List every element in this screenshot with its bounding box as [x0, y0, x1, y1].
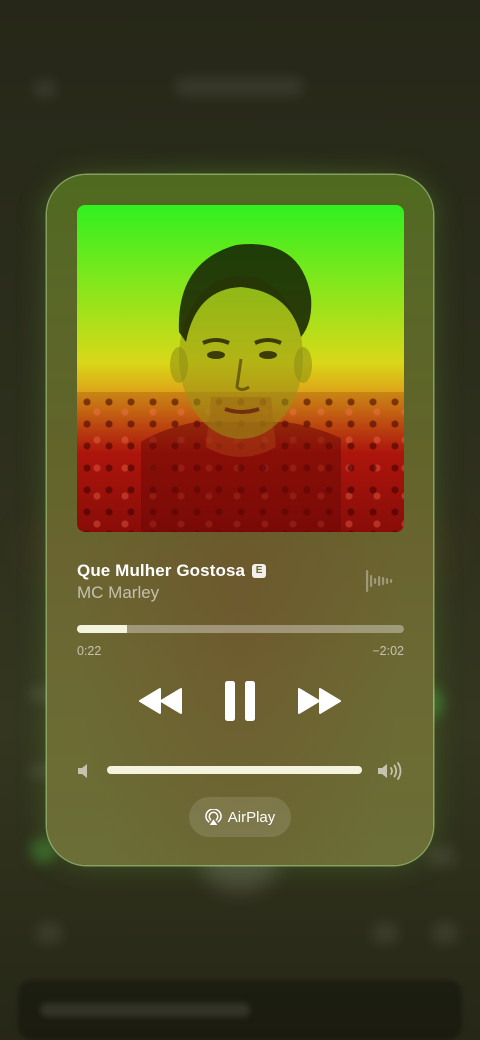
- playback-controls: [47, 675, 433, 727]
- explicit-badge: E: [252, 564, 267, 578]
- forward-icon: [298, 688, 341, 714]
- volume-slider[interactable]: [107, 766, 362, 774]
- rewind-button[interactable]: [135, 680, 187, 722]
- background-icon: [36, 922, 62, 944]
- forward-button[interactable]: [293, 680, 345, 722]
- speaker-high-icon: [378, 762, 402, 780]
- speaker-low-icon: [78, 764, 87, 778]
- playback-progress-slider[interactable]: [77, 625, 404, 633]
- time-remaining: −2:02: [372, 644, 404, 658]
- pause-button[interactable]: [215, 675, 265, 727]
- background-icon: [432, 922, 458, 944]
- waveform-icon[interactable]: [365, 567, 393, 595]
- now-playing-card: Que Mulher Gostosa E MC Marley 0:22 −2:0…: [47, 175, 433, 865]
- album-artwork[interactable]: [77, 205, 404, 532]
- pause-icon: [225, 681, 255, 721]
- airplay-label: AirPlay: [227, 808, 276, 826]
- airplay-button[interactable]: AirPlay: [189, 797, 291, 837]
- background-title: [175, 78, 303, 96]
- artist-portrait: [141, 244, 341, 532]
- volume-fill: [107, 766, 362, 774]
- background-text: [40, 1003, 250, 1017]
- background-icon: [372, 922, 398, 944]
- background-back-icon: [34, 80, 56, 98]
- time-elapsed: 0:22: [77, 644, 102, 658]
- playback-progress-fill: [77, 625, 128, 633]
- airplay-icon: [204, 808, 222, 825]
- track-title-row: Que Mulher Gostosa E: [77, 561, 267, 581]
- backward-icon: [139, 688, 182, 714]
- track-artist[interactable]: MC Marley: [77, 583, 159, 603]
- track-title[interactable]: Que Mulher Gostosa: [77, 561, 245, 581]
